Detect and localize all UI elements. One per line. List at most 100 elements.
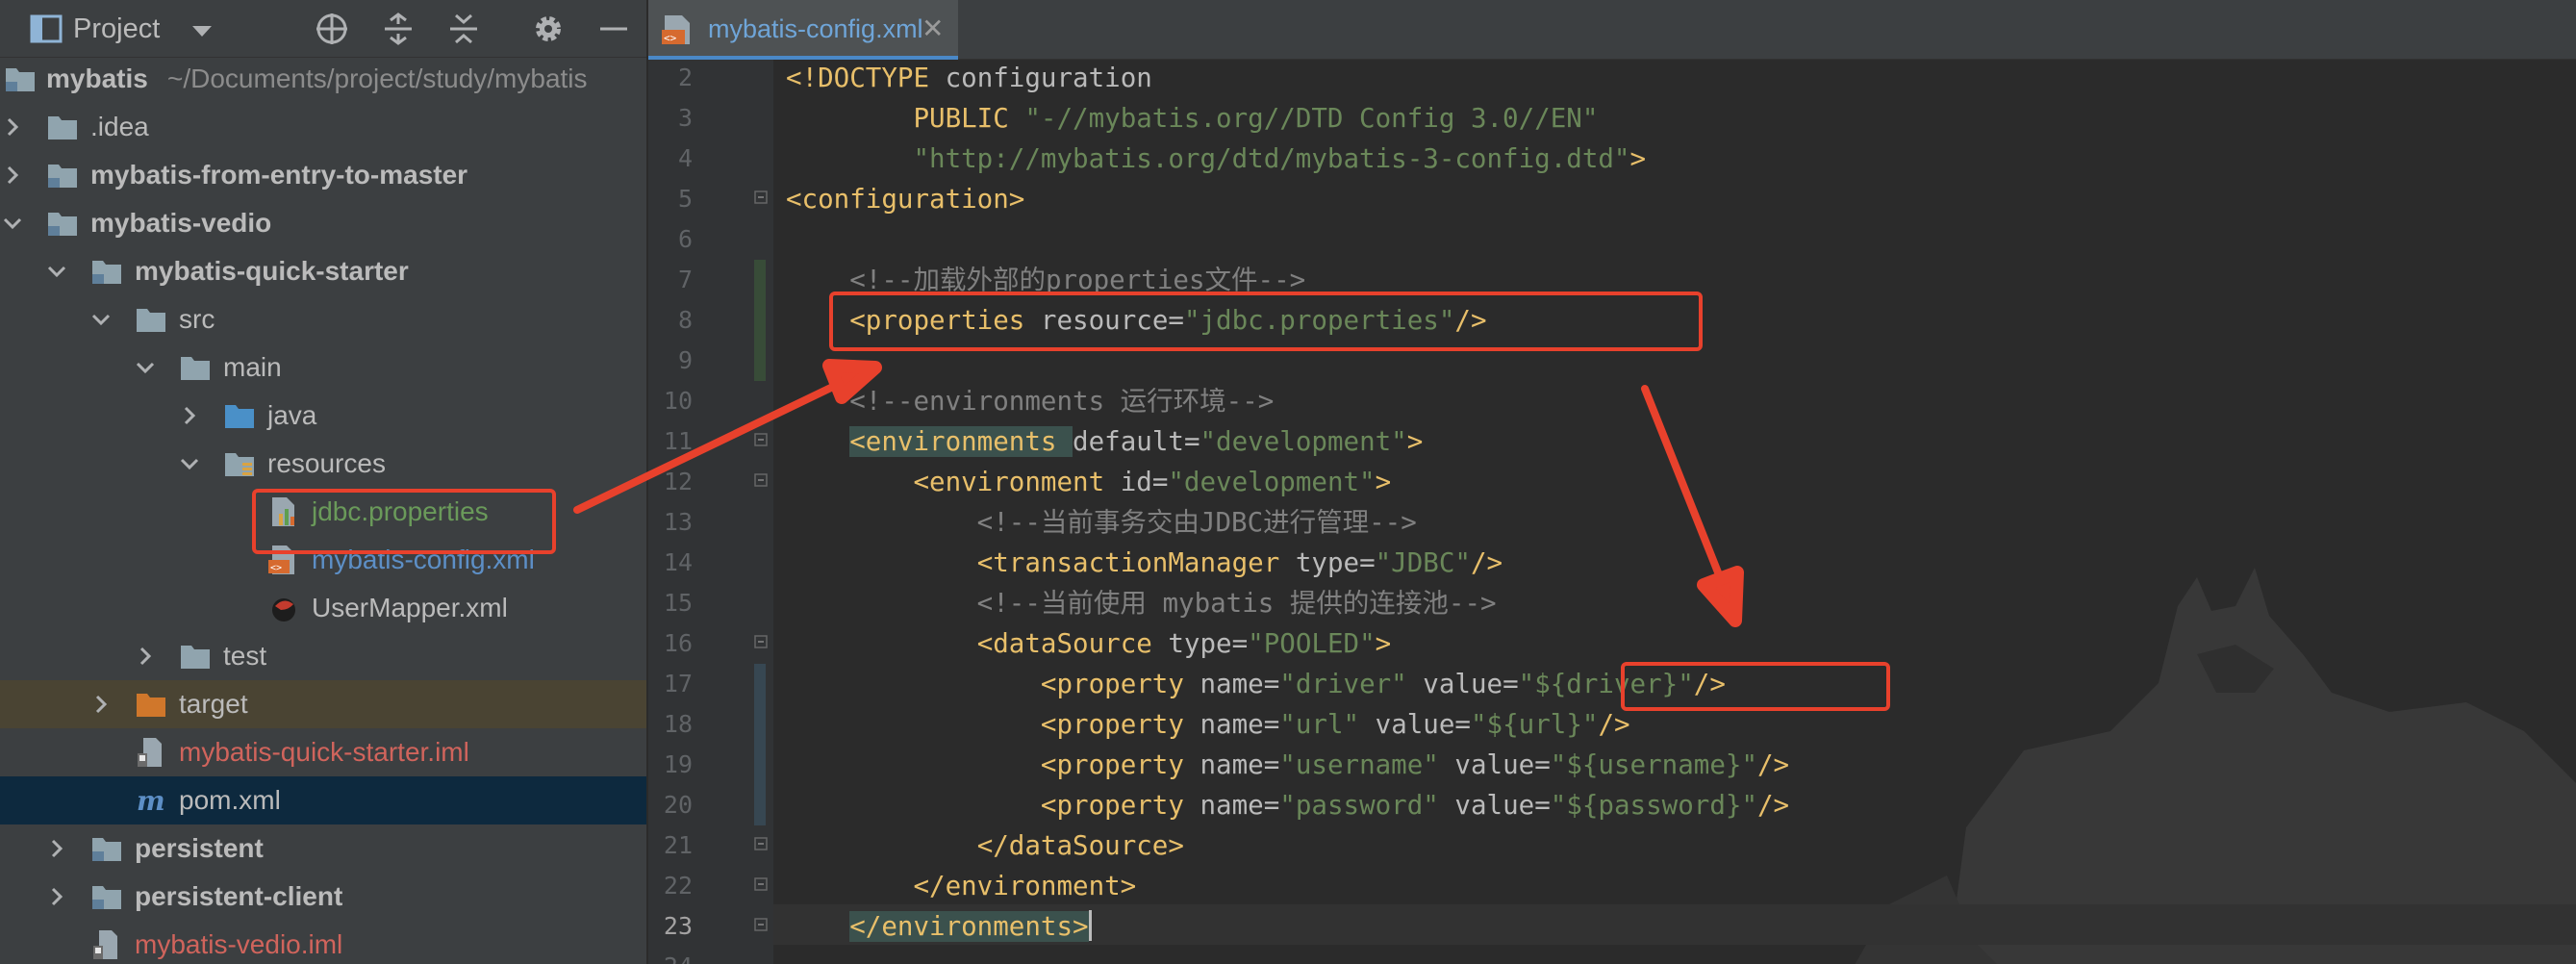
tree-item[interactable]: persistent [0,824,646,873]
tree-item[interactable]: mybatis-quick-starter [0,247,646,295]
tree-item[interactable]: test [0,632,646,680]
tree-item[interactable]: resources [0,440,646,488]
line-number: 10 [663,387,693,415]
project-view-selector[interactable]: Project [73,13,160,45]
chevron-right-icon[interactable] [179,405,200,426]
tree-item[interactable]: .idea [0,103,646,151]
collapse-all-icon[interactable] [446,12,481,46]
tree-item[interactable]: mybatis-from-entry-to-master [0,151,646,199]
fold-marker-icon[interactable] [754,918,768,931]
code-token: "${password}" [1550,790,1757,821]
code-line[interactable]: </dataSource> [786,825,1184,866]
expand-all-icon[interactable] [381,12,416,46]
editor: <> mybatis-config.xml ✕ 2 3 4 5 6 7 8 9 10 11 12 13… [648,0,2576,964]
code-token: > [1629,143,1647,174]
chevron-down-icon[interactable] [179,453,200,474]
code-line[interactable]: PUBLIC "-//mybatis.org//DTD Config 3.0//… [786,98,1598,139]
tab-mybatis-config-xml[interactable]: <> mybatis-config.xml ✕ [648,0,958,60]
code-line[interactable]: <environments default="development"> [786,421,1423,462]
chevron-right-icon[interactable] [46,838,67,859]
tree-item[interactable]: mybatis-vedio.iml [0,921,646,964]
tree-item[interactable]: src [0,295,646,343]
line-number: 19 [663,750,693,778]
fold-marker-icon[interactable] [754,877,768,891]
code-token: value [1406,669,1503,699]
fold-marker-icon[interactable] [754,433,768,446]
svg-text:<>: <> [270,563,282,573]
tree-item[interactable]: mybatis-vedio [0,199,646,247]
fold-marker-icon[interactable] [754,635,768,648]
tree-item[interactable]: java [0,392,646,440]
code-line[interactable]: <environment id="development"> [786,462,1391,502]
chevron-right-icon[interactable] [2,116,23,138]
project-header: Project [0,0,646,58]
tree-item[interactable]: mybatis-quick-starter.iml [0,728,646,776]
chevron-right-icon[interactable] [90,694,112,715]
fold-marker-icon[interactable] [754,190,768,204]
chevron-down-icon[interactable] [135,357,156,378]
code-line[interactable]: "http://mybatis.org/dtd/mybatis-3-config… [786,139,1646,179]
chevron-down-icon[interactable] [90,309,112,330]
line-number: 16 [663,629,693,657]
code-token: /> [1757,749,1790,780]
tree-item-label: mybatis [46,63,148,93]
code-token: value [1438,749,1535,780]
tree-item[interactable]: main [0,343,646,392]
code-token: <!--当前使用 mybatis 提供的连接池--> [786,588,1497,619]
jdbc-properties-highlight [252,489,556,554]
code-line[interactable]: </environments> [786,906,1092,947]
chevron-right-icon[interactable] [135,646,156,667]
minimize-icon[interactable] [596,12,631,46]
code-line[interactable]: <property name="username" value="${usern… [786,745,1789,785]
project-view-icon[interactable] [29,12,63,46]
code-line[interactable]: <!--environments 运行环境--> [786,381,1274,421]
gear-icon[interactable] [531,12,566,46]
tree-item-label: mybatis-vedio [90,208,272,238]
code-line[interactable]: <!--当前事务交由JDBC进行管理--> [786,502,1417,543]
tree-item[interactable]: persistent-client [0,873,646,921]
chevron-right-icon[interactable] [46,886,67,907]
line-number: 12 [663,468,693,495]
code-token: <property [1040,709,1200,740]
code-line[interactable]: <property name="password" value="${passw… [786,785,1789,825]
code-token: <environments [849,426,1073,457]
code-line[interactable]: <property name="driver" value="${driver}… [786,664,1726,704]
chevron-down-icon[interactable] [46,261,67,282]
code-token: <!--当前事务交由JDBC进行管理--> [786,507,1417,538]
code-line[interactable]: <!DOCTYPE configuration [786,58,1152,98]
code-token: "development" [1168,467,1376,497]
chevron-down-icon[interactable] [189,17,215,44]
tree-item[interactable]: UserMapper.xml [0,584,646,632]
code-token: default [1073,426,1184,457]
code-token: "password" [1279,790,1439,821]
tree-item[interactable]: m pom.xml [0,776,646,824]
locate-icon[interactable] [315,12,349,46]
tree-item[interactable]: target [0,680,646,728]
code-line[interactable]: <property name="url" value="${url}"/> [786,704,1630,745]
project-path: ~/Documents/project/study/mybatis [167,63,588,93]
code-line[interactable]: <!--当前使用 mybatis 提供的连接池--> [786,583,1497,623]
code-token: type [1168,628,1232,659]
code-line[interactable]: </environment> [786,866,1136,906]
tree-item-label: target [179,689,248,719]
chevron-down-icon[interactable] [2,213,23,234]
fold-marker-icon[interactable] [754,837,768,850]
code-line[interactable]: <dataSource type="POOLED"> [786,623,1392,664]
vcs-added-marker [754,260,766,381]
tree-item-label: pom.xml [179,785,281,815]
line-number: 4 [677,144,693,172]
close-icon[interactable]: ✕ [922,13,944,44]
fold-marker-icon[interactable] [754,473,768,487]
code-token: name [1200,749,1264,780]
code-line[interactable]: <configuration> [786,179,1024,219]
code-line[interactable]: <transactionManager type="JDBC"/> [786,543,1503,583]
line-number: 22 [663,872,693,900]
code-token: <transactionManager [976,547,1296,578]
code-token: = [1263,749,1280,780]
tree-item[interactable]: mybatis ~/Documents/project/study/mybatis [0,55,646,103]
line-number: 3 [677,104,693,132]
chevron-right-icon[interactable] [2,165,23,186]
